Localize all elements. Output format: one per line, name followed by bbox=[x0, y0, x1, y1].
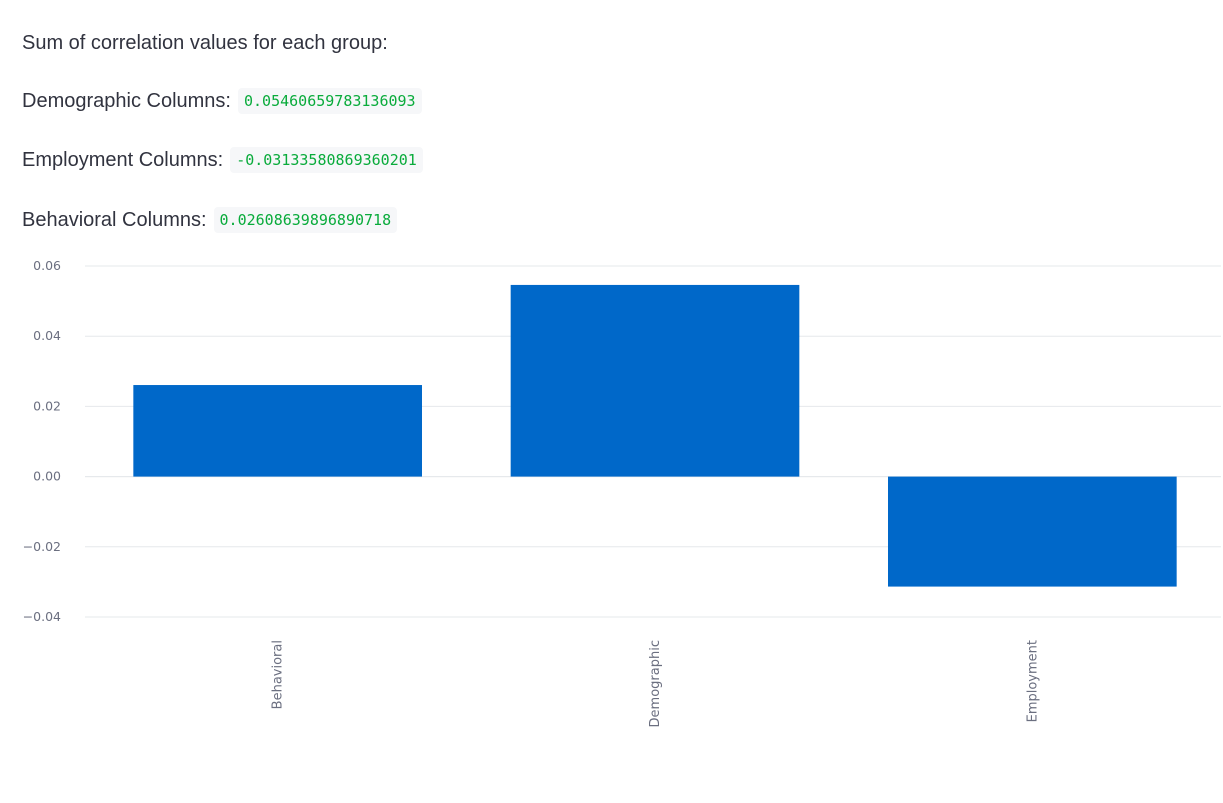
y-axis-ticks: 0.06 0.04 0.02 0.00 −0.02 −0.04 bbox=[23, 258, 61, 624]
bar-employment[interactable] bbox=[888, 476, 1177, 587]
y-tick-label: 0.00 bbox=[33, 469, 61, 484]
y-tick-label: 0.04 bbox=[33, 328, 61, 343]
bar-chart[interactable]: 0.06 0.04 0.02 0.00 −0.02 −0.04 Behavioral Dem… bbox=[0, 0, 1223, 803]
bar-demographic[interactable] bbox=[510, 284, 800, 477]
x-axis-labels: Behavioral Demographic Employment bbox=[271, 640, 1041, 727]
y-tick-label: 0.02 bbox=[33, 398, 61, 413]
y-tick-label: 0.06 bbox=[33, 258, 61, 273]
x-tick-label: Behavioral bbox=[271, 640, 286, 709]
y-tick-label: −0.04 bbox=[23, 609, 61, 624]
x-tick-label: Demographic bbox=[648, 640, 663, 727]
bar-behavioral[interactable] bbox=[133, 385, 422, 477]
y-tick-label: −0.02 bbox=[23, 539, 61, 554]
x-tick-label: Employment bbox=[1025, 640, 1040, 722]
chart-bars bbox=[133, 284, 1177, 587]
